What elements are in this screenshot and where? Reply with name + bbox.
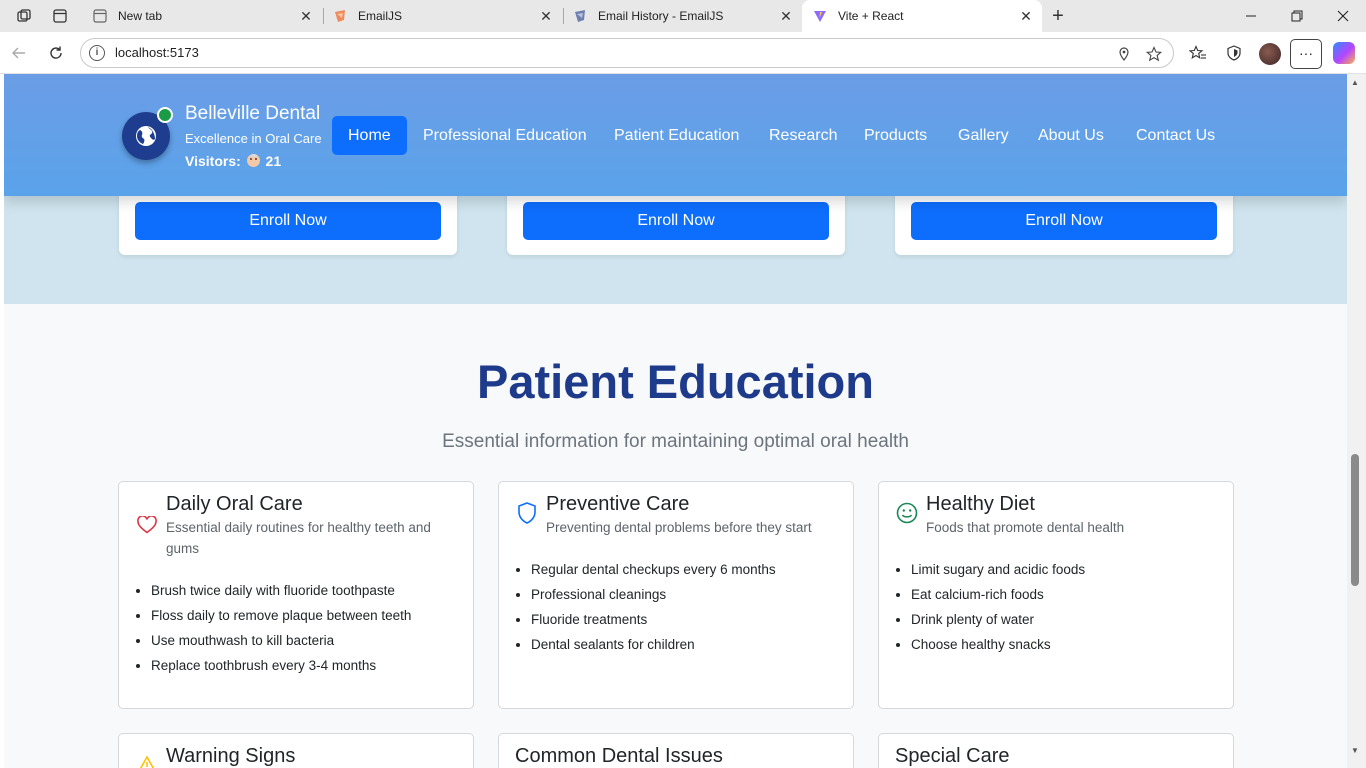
visitor-counter: Visitors: 21 (185, 153, 281, 169)
copilot-icon[interactable] (1333, 42, 1355, 64)
list-item: Brush twice daily with fluoride toothpas… (151, 578, 411, 603)
tab-vite-react[interactable]: Vite + React ✕ (802, 0, 1042, 32)
new-tab-plus-icon[interactable]: + (1048, 5, 1068, 27)
tab-title: New tab (118, 9, 163, 23)
close-icon[interactable]: ✕ (1016, 8, 1036, 25)
tab-email-history[interactable]: Email History - EmailJS ✕ (562, 0, 802, 32)
minimize-button[interactable] (1228, 0, 1274, 32)
brand-tagline: Excellence in Oral Care (185, 131, 322, 146)
favorite-star-icon[interactable] (1145, 45, 1163, 63)
card-list: Brush twice daily with fluoride toothpas… (151, 578, 411, 678)
card-description: Preventing dental problems before they s… (546, 520, 812, 535)
profile-avatar[interactable] (1259, 43, 1281, 65)
close-window-button[interactable] (1320, 0, 1366, 32)
list-item: Regular dental checkups every 6 months (531, 557, 776, 582)
warning-icon (136, 754, 158, 768)
list-item: Replace toothbrush every 3-4 months (151, 653, 411, 678)
card-healthy-diet: Healthy Diet Foods that promote dental h… (878, 481, 1234, 709)
nav-contact-us[interactable]: Contact Us (1120, 116, 1231, 155)
smile-icon (896, 502, 918, 524)
reload-button[interactable] (45, 42, 67, 64)
restore-button[interactable] (1274, 0, 1320, 32)
site-info-icon[interactable]: i (89, 45, 105, 61)
new-tab-icon (92, 8, 108, 24)
visitor-face-icon (246, 154, 260, 167)
list-item: Professional cleanings (531, 582, 776, 607)
nav-home[interactable]: Home (332, 116, 407, 155)
enroll-now-button[interactable]: Enroll Now (135, 202, 441, 240)
online-status-indicator (157, 107, 173, 123)
card-special-care: Special Care (878, 733, 1234, 768)
scrollbar-thumb[interactable] (1351, 454, 1359, 586)
section-title: Patient Education (477, 355, 874, 408)
card-title: Healthy Diet (926, 493, 1035, 515)
tab-title: EmailJS (358, 9, 403, 23)
site-header: Belleville Dental Excellence in Oral Car… (4, 74, 1347, 196)
location-icon[interactable] (1115, 45, 1133, 63)
nav-research[interactable]: Research (753, 116, 853, 155)
page-viewport: Enroll Now Enroll Now Enroll Now Bellevi… (4, 74, 1347, 768)
emailjs-icon (332, 8, 348, 24)
card-common-dental-issues: Common Dental Issues (498, 733, 854, 768)
list-item: Limit sugary and acidic foods (911, 557, 1085, 582)
back-button[interactable] (8, 42, 30, 64)
tab-new-tab[interactable]: New tab ✕ (82, 0, 322, 32)
browser-tab-bar: New tab ✕ EmailJS ✕ Email History - Emai… (0, 0, 1366, 32)
card-warning-signs: Warning Signs (118, 733, 474, 768)
list-item: Floss daily to remove plaque between tee… (151, 603, 411, 628)
brand-name[interactable]: Belleville Dental (185, 103, 320, 125)
scroll-down-arrow[interactable]: ▼ (1351, 746, 1359, 755)
enroll-now-button[interactable]: Enroll Now (523, 202, 829, 240)
tab-title: Email History - EmailJS (598, 9, 724, 23)
list-item: Dental sealants for children (531, 632, 776, 657)
browser-toolbar: i localhost:5173 ··· (0, 32, 1366, 74)
visitors-label: Visitors: (185, 153, 241, 169)
nav-patient-education[interactable]: Patient Education (598, 116, 755, 155)
close-icon[interactable]: ✕ (536, 8, 556, 25)
visitors-count: 21 (265, 153, 282, 169)
card-description: Essential daily routines for healthy tee… (166, 520, 431, 556)
browser-essentials-icon[interactable] (1223, 42, 1245, 64)
card-list: Limit sugary and acidic foods Eat calciu… (911, 557, 1085, 657)
url-text[interactable]: localhost:5173 (115, 45, 199, 60)
card-daily-oral-care: Daily Oral Care Essential daily routines… (118, 481, 474, 709)
tab-title: Vite + React (838, 9, 904, 23)
vite-icon (812, 8, 828, 24)
list-item: Choose healthy snacks (911, 632, 1085, 657)
section-subtitle: Essential information for maintaining op… (442, 431, 909, 452)
card-title: Common Dental Issues (515, 745, 723, 767)
close-icon[interactable]: ✕ (776, 8, 796, 25)
address-bar[interactable]: i localhost:5173 (80, 38, 1174, 68)
list-item: Eat calcium-rich foods (911, 582, 1085, 607)
close-icon[interactable]: ✕ (296, 8, 316, 25)
tab-emailjs[interactable]: EmailJS ✕ (322, 0, 562, 32)
card-title: Preventive Care (546, 493, 690, 515)
workspaces-icon[interactable] (14, 6, 34, 26)
enroll-now-button[interactable]: Enroll Now (911, 202, 1217, 240)
nav-products[interactable]: Products (848, 116, 943, 155)
vertical-tabs-icon[interactable] (50, 6, 70, 26)
heart-icon (136, 514, 158, 536)
card-description: Foods that promote dental health (926, 520, 1125, 535)
nav-professional-education[interactable]: Professional Education (407, 116, 603, 155)
nav-gallery[interactable]: Gallery (942, 116, 1025, 155)
settings-more-button[interactable]: ··· (1290, 39, 1322, 69)
nav-about-us[interactable]: About Us (1022, 116, 1120, 155)
favorites-icon[interactable] (1187, 42, 1209, 64)
card-title: Special Care (895, 745, 1010, 767)
emailjs-icon (572, 8, 588, 24)
scroll-up-arrow[interactable]: ▲ (1351, 78, 1359, 87)
card-title: Daily Oral Care (166, 493, 303, 515)
scrollbar[interactable] (1347, 74, 1366, 768)
list-item: Use mouthwash to kill bacteria (151, 628, 411, 653)
card-list: Regular dental checkups every 6 months P… (531, 557, 776, 657)
card-preventive-care: Preventive Care Preventing dental proble… (498, 481, 854, 709)
card-title: Warning Signs (166, 745, 296, 767)
list-item: Fluoride treatments (531, 607, 776, 632)
list-item: Drink plenty of water (911, 607, 1085, 632)
shield-icon (516, 502, 538, 524)
